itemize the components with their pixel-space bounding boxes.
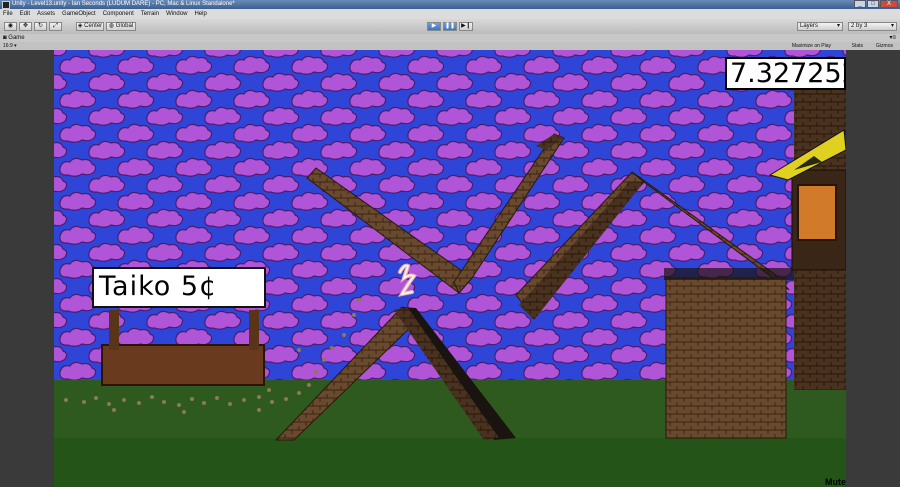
globe-icon: ◍ xyxy=(108,23,115,29)
panel-right-margin xyxy=(846,50,900,487)
brick-building xyxy=(665,277,787,439)
eye-icon: ◉ xyxy=(7,23,14,29)
menu-gameobject[interactable]: GameObject xyxy=(62,11,96,17)
menu-edit[interactable]: Edit xyxy=(20,11,30,17)
close-button[interactable]: X xyxy=(880,0,898,8)
level-timer: 7.327252 xyxy=(725,57,846,90)
game-icon: ◙ xyxy=(3,35,7,41)
panel-left-margin xyxy=(0,50,54,487)
chevron-down-icon: ▾ xyxy=(890,23,894,29)
pause-icon: ❚❚ xyxy=(444,23,456,29)
minimize-button[interactable]: _ xyxy=(854,0,866,8)
step-button[interactable]: ▶❙ xyxy=(459,22,473,31)
menu-component[interactable]: Component xyxy=(103,11,134,17)
window-title-bar: Unity - Level13.unity - Ian Seconds (LUD… xyxy=(0,0,900,9)
move-tool-button[interactable]: ✥ xyxy=(19,22,32,31)
menu-file[interactable]: File xyxy=(3,11,13,17)
window-title: Unity - Level13.unity - Ian Seconds (LUD… xyxy=(12,1,235,7)
layers-label: Layers xyxy=(800,23,819,29)
step-icon: ▶❙ xyxy=(461,23,471,29)
space-label: Global xyxy=(115,23,134,29)
play-button[interactable]: ▶ xyxy=(427,22,441,31)
global-space-toggle[interactable]: ◍ Global xyxy=(106,22,136,31)
layout-dropdown[interactable]: 2 by 3 ▾ xyxy=(848,22,897,31)
rotate-icon: ↻ xyxy=(37,23,44,29)
layers-dropdown[interactable]: Layers ▾ xyxy=(797,22,843,31)
panel-menu-icon[interactable]: ▾≡ xyxy=(889,34,896,42)
unity-app-icon xyxy=(2,1,10,9)
gizmos-dropdown[interactable]: Gizmos xyxy=(873,42,896,50)
rotate-tool-button[interactable]: ↻ xyxy=(34,22,47,31)
menu-window[interactable]: Window xyxy=(166,11,187,17)
game-tab[interactable]: ◙ Game xyxy=(3,34,25,42)
taco-stand-counter xyxy=(101,344,265,386)
hand-tool-button[interactable]: ◉ xyxy=(4,22,17,31)
move-icon: ✥ xyxy=(22,23,29,29)
menu-bar: File Edit Assets GameObject Component Te… xyxy=(0,9,900,19)
mute-button[interactable]: Mute xyxy=(825,477,846,487)
aspect-label: 16:9 xyxy=(3,43,13,49)
maximize-on-play-toggle[interactable]: Maximize on Play xyxy=(789,42,834,50)
main-toolbar: ◉ ✥ ↻ ⤢ ◈ Center ◍ Global ▶ ❚❚ ▶❙ Layers… xyxy=(0,19,900,35)
layout-label: 2 by 3 xyxy=(851,23,868,29)
scale-tool-button[interactable]: ⤢ xyxy=(49,22,62,31)
pivot-center-toggle[interactable]: ◈ Center xyxy=(76,22,104,31)
scale-icon: ⤢ xyxy=(53,23,58,29)
menu-help[interactable]: Help xyxy=(194,11,206,17)
stats-toggle[interactable]: Stats xyxy=(849,42,866,50)
menu-terrain[interactable]: Terrain xyxy=(141,11,159,17)
game-viewport[interactable]: Taiko 5¢ 7.327252 Mute xyxy=(54,50,846,487)
tower-window xyxy=(797,184,837,241)
game-tab-label: Game xyxy=(8,35,25,41)
taco-stand-sign: Taiko 5¢ xyxy=(92,267,266,308)
pivot-label: Center xyxy=(84,23,103,29)
aspect-dropdown[interactable]: 16:9 ▾ xyxy=(3,42,17,50)
play-icon: ▶ xyxy=(431,23,437,29)
pivot-icon: ◈ xyxy=(77,23,83,29)
maximize-button[interactable]: □ xyxy=(867,0,879,8)
menu-assets[interactable]: Assets xyxy=(37,11,55,17)
pause-button[interactable]: ❚❚ xyxy=(443,22,457,31)
chevron-down-icon: ▾ xyxy=(836,23,840,29)
window-controls: _ □ X xyxy=(854,0,898,8)
